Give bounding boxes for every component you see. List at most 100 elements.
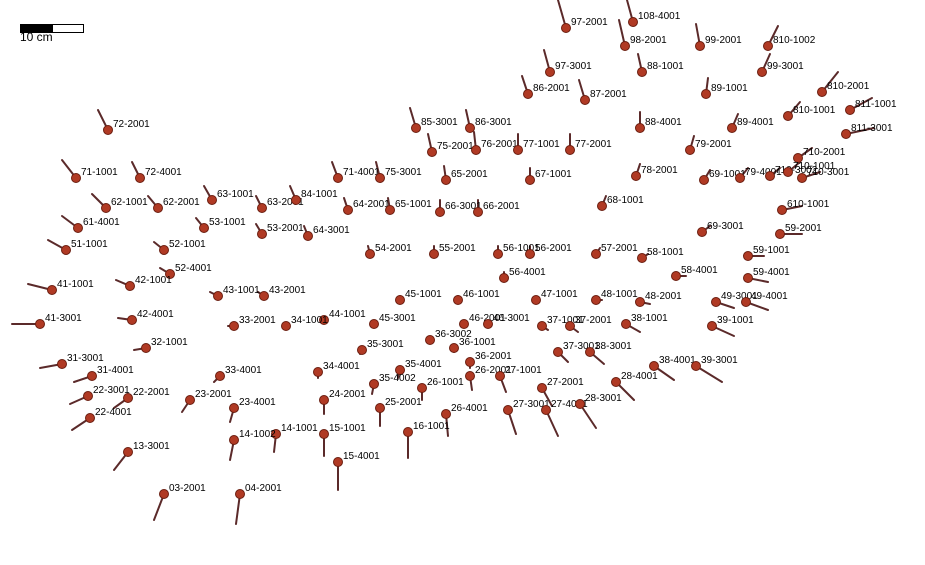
point-label: 59-1001 [753,245,790,256]
point-label: 25-2001 [385,397,422,408]
point-marker [365,249,375,259]
point-marker [73,223,83,233]
point-marker [783,111,793,121]
point-marker [213,291,223,301]
point-marker [395,295,405,305]
data-point: 42-4001 [127,315,137,325]
point-marker [561,23,571,33]
data-point: 22-4001 [85,413,95,423]
data-point: 84-1001 [291,195,301,205]
point-label: 51-1001 [71,239,108,250]
point-label: 22-4001 [95,407,132,418]
point-marker [441,409,451,419]
point-marker [85,413,95,423]
scale-label: 10 cm [20,30,53,44]
point-label: 97-2001 [571,17,608,28]
point-marker [425,335,435,345]
point-label: 77-2001 [575,139,612,150]
point-marker [513,145,523,155]
data-point: 03-2001 [159,489,169,499]
point-label: 99-2001 [705,35,742,46]
point-label: 43-1001 [223,285,260,296]
point-marker [565,145,575,155]
data-point: 39-3001 [691,361,701,371]
data-point: 28-4001 [611,377,621,387]
point-label: 46-3001 [493,313,530,324]
point-marker [375,173,385,183]
vector-field-plot: 10 cm 97-2001108-400198-200199-2001810-1… [0,0,925,565]
data-point: 34-4001 [313,367,323,377]
point-label: 710-1001 [793,161,835,172]
data-point: 810-2001 [817,87,827,97]
point-marker [159,245,169,255]
point-label: 59-4001 [753,267,790,278]
data-point: 75-3001 [375,173,385,183]
point-label: 26-4001 [451,403,488,414]
point-label: 57-2001 [601,243,638,254]
data-point: 56-2001 [525,249,535,259]
data-point: 38-4001 [649,361,659,371]
point-marker [701,89,711,99]
point-label: 71-1001 [81,167,118,178]
point-marker [575,399,585,409]
data-point: 77-2001 [565,145,575,155]
data-point: 810-1002 [763,41,773,51]
data-point: 62-2001 [153,203,163,213]
point-marker [159,489,169,499]
point-label: 58-1001 [647,247,684,258]
point-marker [83,391,93,401]
data-point: 38-3001 [585,347,595,357]
point-label: 59-2001 [785,223,822,234]
data-point: 71-4001 [333,173,343,183]
data-point: 78-2001 [631,171,641,181]
point-marker [553,347,563,357]
point-label: 38-3001 [595,341,632,352]
point-label: 36-2001 [475,351,512,362]
data-point: 04-2001 [235,489,245,499]
point-label: 31-4001 [97,365,134,376]
point-label: 87-2001 [590,89,627,100]
point-marker [101,203,111,213]
point-label: 41-1001 [57,279,94,290]
point-label: 43-2001 [269,285,306,296]
point-label: 56-4001 [509,267,546,278]
point-marker [743,251,753,261]
point-label: 88-1001 [647,61,684,72]
data-point: 23-4001 [229,403,239,413]
data-point: 16-1001 [403,427,413,437]
data-point: 69-3001 [697,227,707,237]
data-point: 48-1001 [591,295,601,305]
point-label: 34-4001 [323,361,360,372]
data-point: 45-3001 [369,319,379,329]
point-label: 23-4001 [239,397,276,408]
point-marker [435,207,445,217]
point-label: 85-3001 [421,117,458,128]
data-point: 85-3001 [411,123,421,133]
data-point: 79-2001 [685,145,695,155]
data-point: 89-1001 [701,89,711,99]
point-label: 32-1001 [151,337,188,348]
point-label: 77-1001 [523,139,560,150]
point-label: 38-1001 [631,313,668,324]
data-point: 77-1001 [513,145,523,155]
data-point: 59-1001 [743,251,753,261]
point-label: 62-2001 [163,197,200,208]
point-marker [635,297,645,307]
data-point: 27-1001 [495,371,505,381]
point-marker [153,203,163,213]
point-marker [403,427,413,437]
point-marker [611,377,621,387]
data-point: 39-1001 [707,321,717,331]
point-marker [441,175,451,185]
point-marker [385,205,395,215]
point-label: 42-4001 [137,309,174,320]
point-marker [319,395,329,405]
point-label: 33-2001 [239,315,276,326]
data-point: 34-1001 [281,321,291,331]
point-marker [369,379,379,389]
data-point: 36-2001 [465,357,475,367]
point-label: 14-1002 [239,429,276,440]
point-label: 44-1001 [329,309,366,320]
point-marker [537,321,547,331]
point-marker [621,319,631,329]
